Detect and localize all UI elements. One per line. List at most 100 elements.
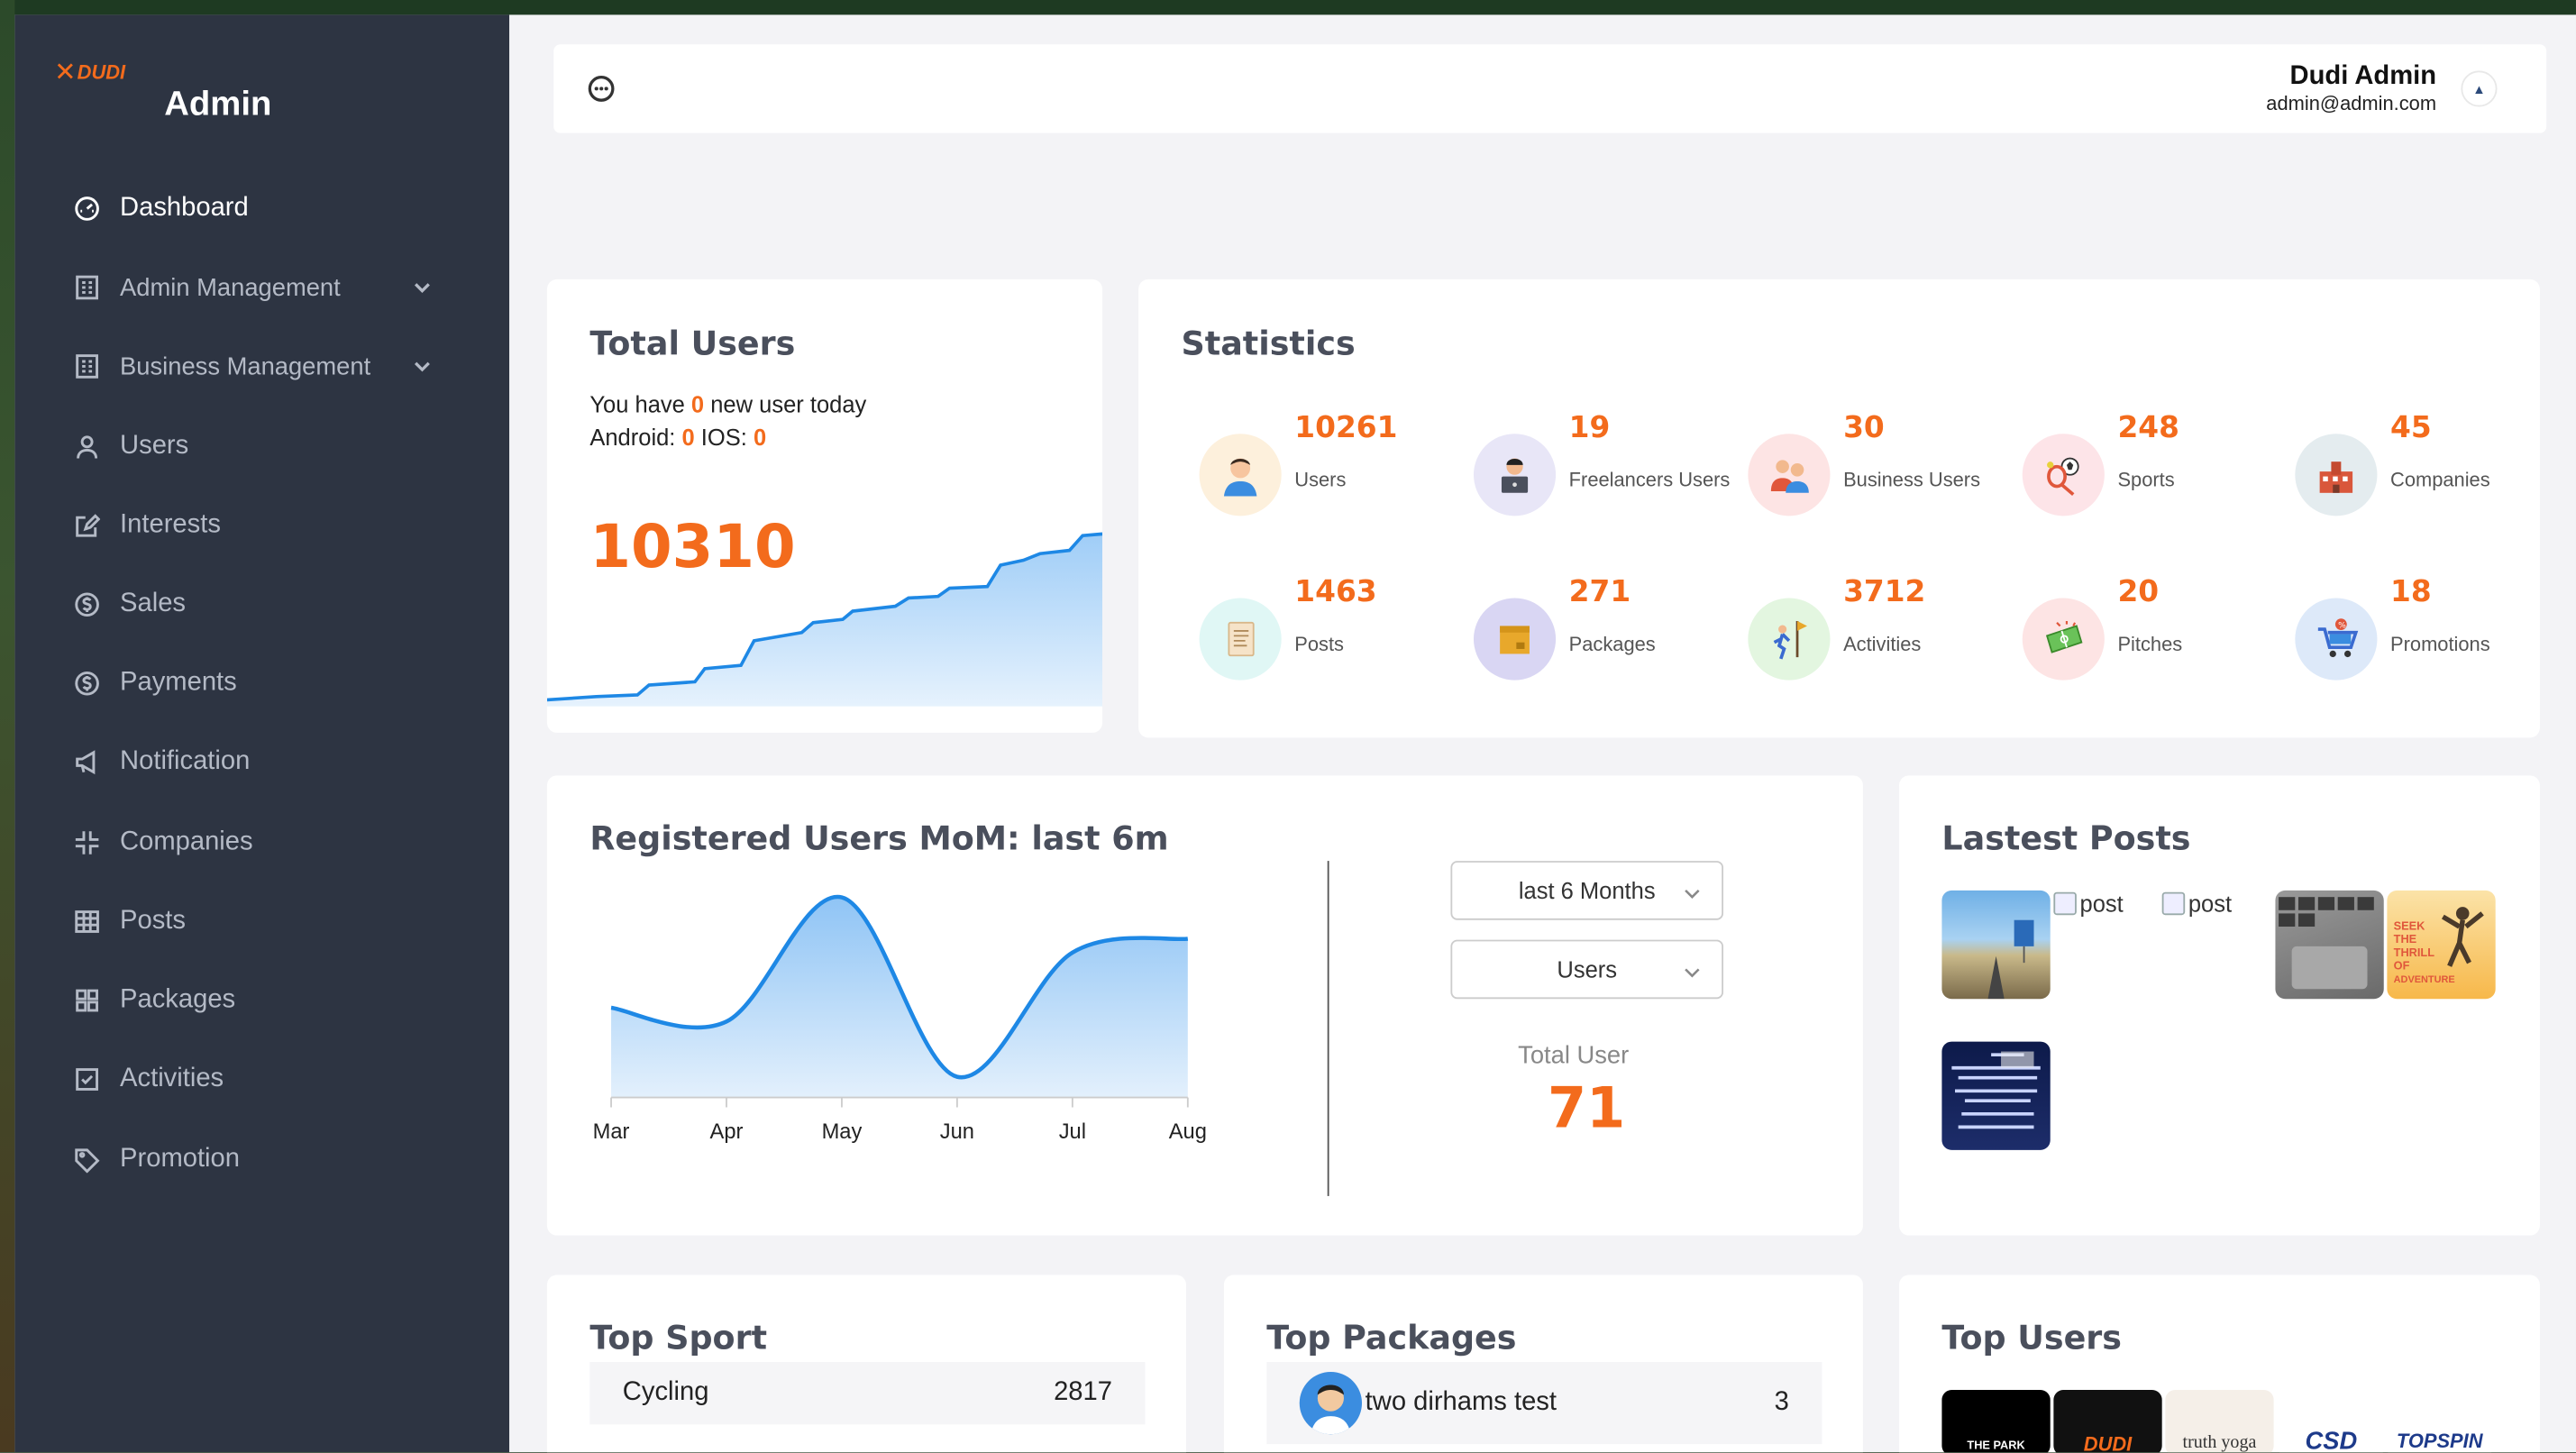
sidebar-item-sales[interactable]: Sales [74,575,435,635]
broken-image-icon [2161,891,2186,916]
sidebar-item-label: Companies [120,827,253,856]
stat-value: 3712 [1843,574,1926,610]
chevron-down-icon [409,274,435,300]
table-row[interactable]: two dirhams test 3 [1266,1362,1822,1445]
android-label: Android: [589,424,682,451]
stat-label: Companies [2390,468,2490,491]
top-user-logo[interactable]: THE PARK [1941,1390,2051,1453]
logo-text: THE PARK [1967,1440,2025,1453]
stat-value: 18 [2390,574,2432,610]
stat-label: Pitches [2117,632,2183,656]
new-users-line: You have 0 new user today [589,391,866,417]
stat-pitches[interactable]: 20 Pitches [2022,575,2286,707]
x-axis-tick-label: Jul [1059,1120,1086,1144]
sidebar-item-companies[interactable]: Companies [74,813,435,873]
user-icon [74,434,100,460]
stat-promotions[interactable]: % 18 Promotions [2295,575,2558,707]
grid-icon [74,987,100,1013]
table-row[interactable]: Cycling 2817 [589,1362,1146,1425]
stat-label: Freelancers Users [1568,468,1731,491]
chart-area-fill [611,896,1188,1098]
top-sport-title: Top Sport [589,1317,768,1357]
company-building-icon [2295,434,2378,516]
stat-value: 271 [1568,574,1631,610]
post-thumbnail[interactable] [2275,890,2384,1000]
post-broken-image[interactable]: post [2161,890,2233,918]
sidebar-item-payments[interactable]: Payments [74,653,435,713]
sidebar-item-notification[interactable]: Notification [74,733,435,792]
user-avatar-icon [1199,434,1282,516]
stat-activities[interactable]: 3712 Activities [1748,575,2011,707]
x-axis-tick-label: Aug [1169,1120,1207,1144]
top-user-logo[interactable]: TOPSPIN [2385,1390,2494,1453]
stat-business-users[interactable]: 30 Business Users [1748,411,2011,543]
chevron-down-icon [1682,961,1702,981]
sidebar-item-interests[interactable]: Interests [74,496,435,555]
svg-text:%: % [2338,621,2346,630]
megaphone-icon [74,749,100,775]
stat-label: Promotions [2390,632,2490,656]
post-alt-text: post [2188,890,2233,918]
stat-value: 45 [2390,410,2432,445]
stat-label: Posts [1294,632,1344,656]
top-user-logo[interactable]: CSD [2277,1390,2386,1453]
stat-companies[interactable]: 45 Companies [2295,411,2558,543]
top-sport-card: Top Sport Cycling 2817 [546,1275,1186,1453]
post-thumbnail[interactable] [1941,1041,2051,1150]
sidebar-item-label: Interests [120,510,221,539]
vertical-divider [1327,861,1329,1196]
stat-label: Packages [1568,632,1656,656]
chevron-down-icon [409,353,435,379]
stat-sports[interactable]: 248 Sports [2022,410,2286,543]
user-menu-toggle-icon[interactable]: ▲ [2461,70,2498,107]
chat-icon[interactable] [587,74,617,104]
logo-text: DUDI [2083,1432,2133,1453]
sidebar-title: Admin [164,85,272,123]
dudi-logo-icon: ✕ DUDI [54,55,126,87]
top-user-logo[interactable]: DUDI [2053,1390,2162,1453]
sidebar-item-label: Notification [120,747,251,776]
sidebar-item-activities[interactable]: Activities [74,1050,435,1110]
window-top-strip [0,0,2576,15]
stat-value: 1463 [1294,574,1377,610]
logo-text: TOPSPIN [2396,1429,2483,1453]
sidebar-item-label: Business Management [120,352,371,380]
x-axis-tick-label: Jun [940,1120,974,1144]
edit-icon [74,513,101,539]
building-icon [74,274,100,300]
top-user-logo[interactable]: truth yoga [2165,1390,2274,1453]
svg-text:THE: THE [2394,932,2417,946]
sidebar-item-packages[interactable]: Packages [74,971,435,1030]
type-select[interactable]: Users [1450,939,1724,1000]
stat-label: Activities [1843,632,1922,656]
stat-users[interactable]: 10261 Users [1199,411,1463,543]
period-select[interactable]: last 6 Months [1450,861,1724,920]
new-users-suffix: new user today [704,390,867,417]
brand-logo[interactable]: ✕ DUDI [54,55,136,90]
x-axis-tick-label: Apr [710,1120,744,1144]
sidebar-item-admin-management[interactable]: Admin Management [74,258,435,317]
sidebar-item-dashboard[interactable]: Dashboard [74,179,435,239]
stat-label: Business Users [1843,468,1981,491]
sidebar-item-users[interactable]: Users [74,417,435,477]
post-broken-image[interactable]: post [2053,891,2124,917]
stat-posts[interactable]: 1463 Posts [1199,574,1463,707]
sidebar-item-promotion[interactable]: Promotion [74,1130,435,1190]
stat-freelancers[interactable]: 19 Freelancers Users [1473,411,1737,543]
total-users-sparkline [546,532,1103,707]
top-packages-card: Top Packages two dirhams test 3 [1223,1275,1863,1453]
dollar-icon [74,671,100,697]
stat-label: Users [1294,468,1347,491]
registered-users-chart: Mar Apr May Jun Jul Aug [593,894,1207,1144]
top-users-title: Top Users [1941,1317,2122,1357]
sidebar-item-label: Posts [120,907,186,936]
stat-packages[interactable]: 271 Packages [1473,574,1737,707]
android-count: 0 [681,424,695,451]
stat-value: 248 [2117,410,2179,445]
post-thumbnail[interactable]: SEEK THE THRILL OF ADVENTURE [2387,890,2496,1000]
post-thumbnail[interactable] [1941,890,2051,1000]
compress-icon [74,829,100,855]
sidebar-item-business-management[interactable]: Business Management [74,337,435,397]
stat-value: 30 [1843,410,1885,445]
sidebar-item-posts[interactable]: Posts [74,892,435,952]
